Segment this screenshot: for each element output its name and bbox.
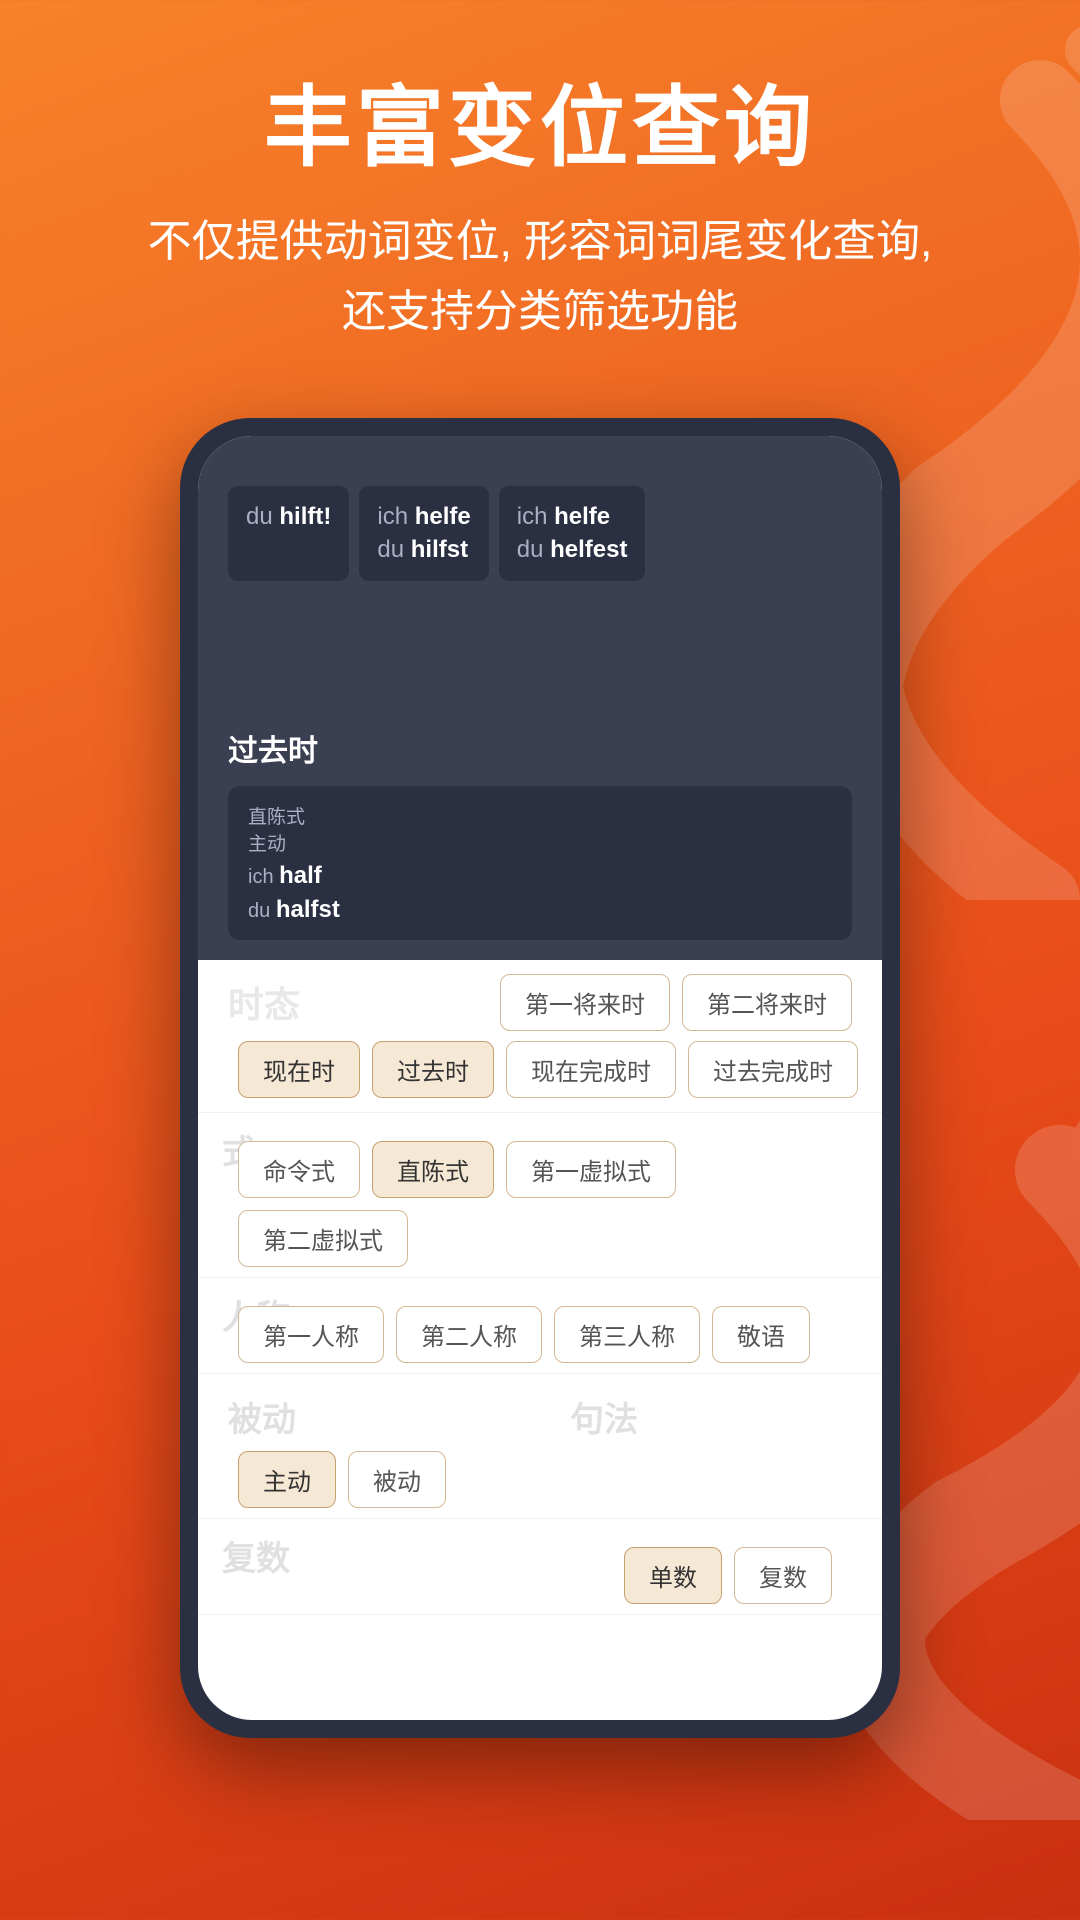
chip-second-future[interactable]: 第二将来时 (682, 974, 852, 1031)
chip-present-perfect[interactable]: 现在完成时 (506, 1041, 676, 1098)
chip-present[interactable]: 现在时 (238, 1041, 360, 1098)
chip-past-perfect[interactable]: 过去完成时 (688, 1041, 858, 1098)
tense-label: 时态 (228, 976, 300, 1028)
chip-singular[interactable]: 单数 (624, 1547, 722, 1604)
filter-voice-syntax: 被动 主动 被动 句法 (198, 1374, 882, 1519)
tooltip-2: ich helfe du hilfst (359, 486, 488, 581)
chip-formal[interactable]: 敬语 (712, 1306, 810, 1363)
dark-content: 过去时 直陈式 主动 ich half du halfst (198, 706, 882, 960)
chip-subjunctive2[interactable]: 第二虚拟式 (238, 1210, 408, 1267)
filter-tense: 时态 第一将来时 第二将来时 现在时 过去时 现在完成时 过去完成时 (198, 960, 882, 1113)
screen-top-dark: du hilft! ich helfe du hilfst ich helfe … (198, 436, 882, 706)
chip-first-person[interactable]: 第一人称 (238, 1306, 384, 1363)
filter-voice: 被动 主动 被动 (198, 1374, 540, 1519)
tense-top-row: 时态 第一将来时 第二将来时 (228, 974, 852, 1031)
card-verb-du: du halfst (248, 896, 832, 924)
chip-active[interactable]: 主动 (238, 1451, 336, 1508)
filter-area: 时态 第一将来时 第二将来时 现在时 过去时 现在完成时 过去完成时 式 命令式… (198, 960, 882, 1615)
filter-syntax: 句法 (540, 1374, 882, 1519)
chip-past[interactable]: 过去时 (372, 1041, 494, 1098)
phone-screen: du hilft! ich helfe du hilfst ich helfe … (198, 436, 882, 1720)
chip-passive[interactable]: 被动 (348, 1451, 446, 1508)
tense-bottom-row: 现在时 过去时 现在完成时 过去完成时 (228, 1041, 852, 1098)
person-chips: 第一人称 第二人称 第三人称 敬语 (228, 1296, 852, 1363)
subtitle: 不仅提供动词变位, 形容词词尾变化查询, 还支持分类筛选功能 (0, 207, 1080, 348)
chip-second-person[interactable]: 第二人称 (396, 1306, 542, 1363)
chip-indicative[interactable]: 直陈式 (372, 1141, 494, 1198)
filter-mode: 式 命令式 直陈式 第一虚拟式 第二虚拟式 (198, 1113, 882, 1278)
main-title: 丰富变位查询 (0, 80, 1080, 177)
conjugation-card: 直陈式 主动 ich half du halfst (228, 786, 852, 940)
chip-plural[interactable]: 复数 (734, 1547, 832, 1604)
chip-imperative[interactable]: 命令式 (238, 1141, 360, 1198)
voice-label: 被动 (228, 1401, 296, 1439)
syntax-label: 句法 (570, 1401, 638, 1439)
page-header: 丰富变位查询 不仅提供动词变位, 形容词词尾变化查询, 还支持分类筛选功能 (0, 0, 1080, 378)
chip-third-person[interactable]: 第三人称 (554, 1306, 700, 1363)
phone-mockup: du hilft! ich helfe du hilfst ich helfe … (180, 418, 900, 1738)
voice-chips: 主动 被动 (228, 1441, 510, 1508)
card-voice: 主动 (248, 829, 832, 856)
chip-first-future[interactable]: 第一将来时 (500, 974, 670, 1031)
card-mode: 直陈式 (248, 802, 832, 829)
filter-person: 人称 第一人称 第二人称 第三人称 敬语 (198, 1278, 882, 1374)
number-chips: 单数 复数 (228, 1537, 852, 1604)
syntax-chips (570, 1441, 852, 1451)
tooltip-1: du hilft! (228, 486, 349, 581)
mode-chips: 命令式 直陈式 第一虚拟式 第二虚拟式 (228, 1131, 852, 1267)
tooltip-row: du hilft! ich helfe du hilfst ich helfe … (228, 486, 645, 581)
tooltip-3: ich helfe du helfest (499, 486, 646, 581)
section-title-past: 过去时 (228, 726, 852, 770)
filter-number: 复数 单数 复数 (198, 1519, 882, 1615)
card-verb-ich: ich half (248, 862, 832, 890)
chip-subjunctive1[interactable]: 第一虚拟式 (506, 1141, 676, 1198)
